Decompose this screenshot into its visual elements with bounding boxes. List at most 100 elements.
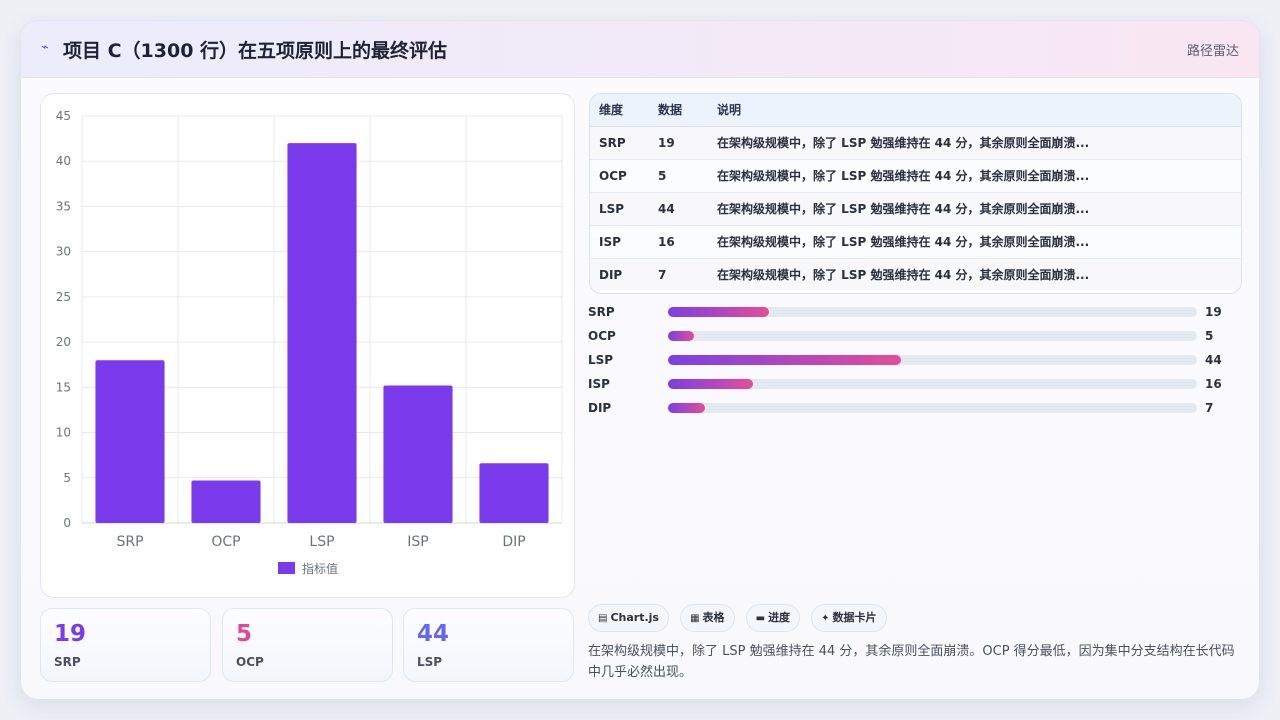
progress-fill: [668, 355, 901, 365]
table-cell: 44: [658, 201, 675, 216]
table-cell: SRP: [599, 135, 626, 150]
chip-chartjs[interactable]: ▤ Chart.js: [588, 604, 669, 632]
bar-ocp: [191, 480, 261, 523]
table-header-row: 维度 数据 说明: [590, 94, 1241, 127]
x-tick-label: SRP: [116, 534, 143, 550]
progress-row: ISP 16: [588, 376, 1228, 400]
progress-track: [668, 307, 1197, 317]
bar-dip: [479, 463, 549, 523]
y-tick-label: 45: [56, 109, 71, 123]
chip-label: 表格: [702, 611, 725, 624]
y-tick-label: 0: [63, 516, 71, 530]
progress-label: OCP: [588, 329, 616, 343]
stat-label: OCP: [236, 655, 264, 669]
bar-chart: 0 5 10 15 20 25 30 35 40 45 SRP OCP LSP ISP DIP 指标值: [56, 109, 563, 576]
y-tick-label: 20: [56, 335, 71, 349]
progress-fill: [668, 307, 769, 317]
progress-fill: [668, 331, 695, 341]
bar-lsp: [287, 143, 357, 523]
chip-label: Chart.js: [610, 611, 659, 624]
bar-chart-panel: 0 5 10 15 20 25 30 35 40 45 SRP OCP LSP ISP DIP 指标值: [40, 93, 575, 598]
table-cell: 在架构级规模中，除了 LSP 勉强维持在 44 分，其余原则全面崩溃...: [717, 268, 1090, 283]
trend-icon: ⌁: [41, 40, 49, 55]
chip-progress[interactable]: ▬ 进度: [745, 604, 801, 632]
progress-value: 44: [1205, 353, 1222, 367]
column-header: 数据: [649, 94, 708, 127]
progress-value: 5: [1205, 329, 1214, 343]
chip-label: 进度: [768, 611, 791, 624]
progress-icon: ▬: [755, 613, 766, 624]
table-row: DIP 7 在架构级规模中，除了 LSP 勉强维持在 44 分，其余原则全面崩溃…: [590, 258, 1241, 291]
progress-label: DIP: [588, 401, 612, 415]
progress-row: LSP 44: [588, 352, 1228, 376]
header-badge[interactable]: 路径雷达: [1187, 40, 1239, 59]
progress-label: SRP: [588, 305, 615, 319]
stat-card-lsp: 44 LSP: [403, 608, 574, 682]
x-tick-label: ISP: [407, 534, 428, 550]
progress-row: SRP 19: [588, 304, 1228, 328]
stat-label: LSP: [417, 655, 443, 669]
progress-value: 7: [1205, 401, 1214, 415]
progress-value: 16: [1205, 377, 1222, 391]
table-cell: LSP: [599, 201, 625, 216]
table-cell: ISP: [599, 234, 621, 249]
table-cell: 在架构级规模中，除了 LSP 勉强维持在 44 分，其余原则全面崩溃...: [717, 235, 1090, 249]
legend-swatch: [278, 562, 295, 574]
chip-table[interactable]: ▦ 表格: [680, 604, 735, 632]
column-header: 说明: [708, 94, 1241, 127]
progress-fill: [668, 379, 753, 389]
chip-label: 数据卡片: [832, 611, 877, 624]
card-header: ⌁ 项目 C（1300 行）在五项原则上的最终评估 路径雷达: [21, 21, 1259, 78]
table-cell: 16: [658, 234, 675, 249]
page-title: 项目 C（1300 行）在五项原则上的最终评估: [63, 40, 448, 62]
progress-label: ISP: [588, 377, 610, 391]
progress-fill: [668, 403, 706, 413]
y-tick-label: 10: [56, 426, 71, 440]
bar-srp: [95, 360, 165, 523]
progress-value: 19: [1205, 305, 1222, 319]
x-tick-label: DIP: [502, 534, 525, 550]
stat-label: SRP: [54, 655, 81, 669]
table-row: ISP 16 在架构级规模中，除了 LSP 勉强维持在 44 分，其余原则全面崩…: [590, 225, 1241, 258]
progress-track: [668, 379, 1197, 389]
stat-card-srp: 19 SRP: [40, 608, 211, 682]
x-tick-label: OCP: [211, 534, 240, 550]
evaluation-card: ⌁ 项目 C（1300 行）在五项原则上的最终评估 路径雷达 0 5 10 15 20 2…: [20, 20, 1260, 700]
table-row: OCP 5 在架构级规模中，除了 LSP 勉强维持在 44 分，其余原则全面崩溃…: [590, 159, 1241, 192]
table-cell: 7: [658, 267, 667, 282]
summary-text: 在架构级规模中，除了 LSP 勉强维持在 44 分，其余原则全面崩溃。OCP 得…: [588, 644, 1235, 680]
progress-track: [668, 355, 1197, 365]
stat-value: 5: [236, 621, 253, 647]
y-tick-label: 5: [63, 471, 71, 485]
table-cell: OCP: [599, 168, 627, 183]
tag-chips: ▤ Chart.js ▦ 表格 ▬ 进度 ✦ 数据卡片: [588, 604, 893, 632]
stat-card-ocp: 5 OCP: [222, 608, 393, 682]
column-header: 维度: [590, 94, 649, 127]
sparkle-icon: ✦: [821, 613, 830, 624]
table-row: LSP 44 在架构级规模中，除了 LSP 勉强维持在 44 分，其余原则全面崩…: [590, 192, 1241, 225]
progress-label: LSP: [588, 353, 614, 367]
bar-isp: [383, 385, 453, 523]
stat-value: 19: [54, 621, 87, 647]
y-tick-label: 35: [56, 199, 71, 213]
progress-track: [668, 331, 1197, 341]
stat-value: 44: [417, 621, 450, 647]
x-tick-label: LSP: [309, 534, 334, 550]
data-table: 维度 数据 说明 SRP 19 在架构级规模中，除了 LSP 勉强维持在 44 …: [589, 93, 1242, 294]
progress-row: OCP 5: [588, 328, 1228, 352]
table-cell: 在架构级规模中，除了 LSP 勉强维持在 44 分，其余原则全面崩溃...: [717, 202, 1090, 216]
chart-icon: ▤: [598, 613, 608, 624]
chip-data-card[interactable]: ✦ 数据卡片: [811, 604, 887, 632]
y-tick-label: 30: [56, 245, 71, 259]
y-tick-label: 25: [56, 290, 71, 304]
table-cell: 在架构级规模中，除了 LSP 勉强维持在 44 分，其余原则全面崩溃...: [717, 169, 1090, 183]
table-row: SRP 19 在架构级规模中，除了 LSP 勉强维持在 44 分，其余原则全面崩…: [590, 126, 1241, 159]
y-tick-label: 40: [56, 154, 71, 168]
progress-row: DIP 7: [588, 400, 1228, 424]
table-cell: 5: [658, 168, 667, 183]
table-icon: ▦: [690, 613, 700, 624]
legend-label: 指标值: [302, 561, 338, 576]
table-cell: 19: [658, 135, 675, 150]
progress-track: [668, 403, 1197, 413]
y-tick-label: 15: [56, 380, 71, 394]
